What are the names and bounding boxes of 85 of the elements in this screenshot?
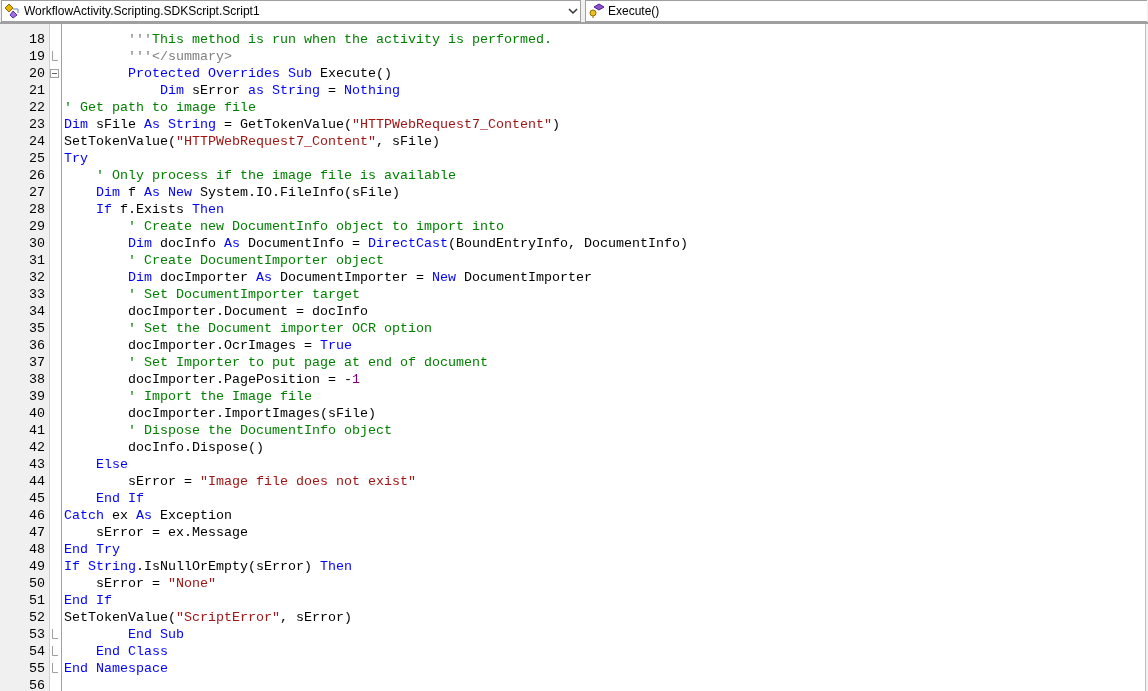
code-line: Dim sError as String = Nothing (158, 83, 400, 98)
code-line: End If (64, 593, 112, 608)
code-line: sError = "Image file does not exist" (127, 474, 416, 489)
code-line: End If (95, 491, 144, 506)
line-number: 27 (29, 184, 45, 201)
code-line: Dim docImporter As DocumentImporter = New DocumentImporter (127, 270, 592, 285)
line-number: 22 (29, 99, 45, 116)
line-number: 26 (29, 167, 45, 184)
code-line: docInfo.Dispose() (127, 440, 264, 455)
code-line: SetTokenValue("HTTPWebRequest7_Content", sFile) (64, 134, 440, 149)
code-line: docImporter.OcrImages = True (127, 338, 352, 353)
line-number: 46 (29, 507, 45, 524)
method-icon (588, 3, 606, 19)
code-line: ' Create new DocumentInfo object to import into (127, 219, 504, 234)
code-line: ' Get path to image file (64, 100, 256, 115)
code-line: docImporter.ImportImages(sFile) (127, 406, 376, 421)
line-number: 29 (29, 218, 45, 235)
line-number: 55 (29, 660, 45, 677)
code-line: Else (95, 457, 128, 472)
class-icon (4, 3, 22, 19)
line-number: 19 (29, 48, 45, 65)
code-line: sError = ex.Message (95, 525, 248, 540)
line-number: 20 (29, 65, 45, 82)
line-number: 21 (29, 82, 45, 99)
code-line: docImporter.PagePosition = -1 (127, 372, 360, 387)
dropdown-value: Execute() (608, 3, 660, 20)
line-number: 25 (29, 150, 45, 167)
code-line: '''This method is run when the activity is performed. (127, 32, 552, 47)
code-line: '''</summary> (127, 49, 232, 64)
code-line: Dim docInfo As DocumentInfo = DirectCast(BoundEntryInfo, DocumentInfo) (127, 236, 688, 251)
code-line: ' Create DocumentImporter object (127, 253, 384, 268)
code-line: sError = "None" (95, 576, 216, 591)
code-line: End Sub (127, 627, 184, 642)
line-number: 36 (29, 337, 45, 354)
line-number: 49 (29, 558, 45, 575)
dropdown-value: WorkflowActivity.Scripting.SDKScript.Script1 (24, 3, 261, 20)
code-line: ' Set the Document importer OCR option (127, 321, 432, 336)
code-line: ' Set DocumentImporter target (127, 287, 360, 302)
line-number: 37 (29, 354, 45, 371)
line-number: 53 (29, 626, 45, 643)
code-line: ' Dispose the DocumentInfo object (127, 423, 392, 438)
line-number: 39 (29, 388, 45, 405)
code-line: Dim sFile As String = GetTokenValue("HTTPWebRequest7_Content") (64, 117, 560, 132)
line-number: 47 (29, 524, 45, 541)
line-number: 31 (29, 252, 45, 269)
code-line: SetTokenValue("ScriptError", sError) (64, 610, 352, 625)
code-line: Dim f As New System.IO.FileInfo(sFile) (95, 185, 400, 200)
code-line: Try (64, 151, 88, 166)
line-number: 33 (29, 286, 45, 303)
code-line: Catch ex As Exception (64, 508, 232, 523)
line-number: 51 (29, 592, 45, 609)
line-number: 56 (29, 677, 45, 691)
line-number: 44 (29, 473, 45, 490)
line-number: 45 (29, 490, 45, 507)
line-number: 23 (29, 116, 45, 133)
line-number: 38 (29, 371, 45, 388)
class-dropdown[interactable]: WorkflowActivity.Scripting.SDKScript.Script1 (1, 0, 581, 22)
line-number: 18 (29, 31, 45, 48)
code-line: ' Import the Image file (127, 389, 312, 404)
code-line: Protected Overrides Sub Execute() (127, 66, 392, 81)
code-line: End Try (64, 542, 120, 557)
line-number: 42 (29, 439, 45, 456)
code-line: docImporter.Document = docInfo (127, 304, 368, 319)
line-number: 30 (29, 235, 45, 252)
code-line: If f.Exists Then (95, 202, 224, 217)
code-line: If String.IsNullOrEmpty(sError) Then (64, 559, 352, 574)
code-line: End Class (95, 644, 168, 659)
line-number: 54 (29, 643, 45, 660)
line-number: 41 (29, 422, 45, 439)
code-line: ' Set Importer to put page at end of document (127, 355, 488, 370)
line-number: 50 (29, 575, 45, 592)
line-number: 28 (29, 201, 45, 218)
line-number: 24 (29, 133, 45, 150)
collapse-icon[interactable] (50, 69, 59, 78)
line-number: 35 (29, 320, 45, 337)
chevron-down-icon (568, 7, 578, 15)
line-number: 52 (29, 609, 45, 626)
line-number: 48 (29, 541, 45, 558)
member-dropdown[interactable]: Execute() (585, 0, 1147, 22)
line-number: 34 (29, 303, 45, 320)
line-number: 40 (29, 405, 45, 422)
line-number: 43 (29, 456, 45, 473)
line-number: 32 (29, 269, 45, 286)
code-line: ' Only process if the image file is available (95, 168, 456, 183)
code-line: End Namespace (64, 661, 168, 676)
